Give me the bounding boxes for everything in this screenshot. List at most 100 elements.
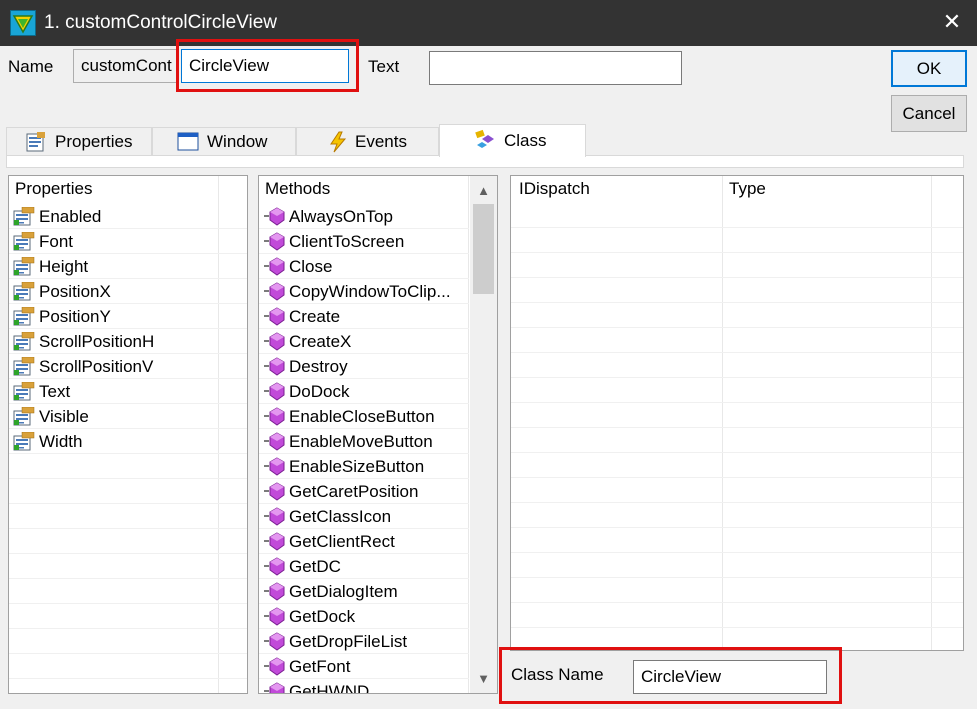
method-icon [263, 307, 285, 326]
list-item-label: PositionY [39, 307, 111, 326]
cancel-button[interactable]: Cancel [891, 95, 967, 132]
method-icon [263, 282, 285, 301]
list-item[interactable]: Close [259, 254, 469, 279]
close-icon[interactable]: ✕ [938, 8, 966, 36]
list-item[interactable]: Create [259, 304, 469, 329]
list-item[interactable]: GetClientRect [259, 529, 469, 554]
class-name-label: Class Name [511, 665, 604, 684]
list-item[interactable]: PositionX [9, 279, 247, 304]
method-icon [263, 507, 285, 526]
empty-row [9, 554, 247, 579]
ok-button[interactable]: OK [891, 50, 967, 87]
property-icon [13, 381, 35, 401]
method-icon [263, 582, 285, 601]
empty-row [9, 454, 247, 479]
table-row [511, 453, 963, 478]
list-item[interactable]: ScrollPositionV [9, 354, 247, 379]
scroll-thumb[interactable] [473, 204, 494, 294]
table-row [511, 553, 963, 578]
lightning-icon [327, 131, 349, 153]
property-icon [13, 306, 35, 326]
method-icon [263, 332, 285, 351]
tab-label: Events [355, 132, 407, 151]
method-icon [263, 482, 285, 501]
list-item[interactable]: Font [9, 229, 247, 254]
list-item-label: EnableCloseButton [289, 407, 435, 426]
table-row [511, 403, 963, 428]
list-item[interactable]: AlwaysOnTop [259, 204, 469, 229]
list-item-label: CopyWindowToClip... [289, 282, 451, 301]
methods-header: Methods [265, 179, 331, 198]
property-icon [13, 356, 35, 376]
tab-class[interactable]: Class [439, 124, 586, 157]
tab-events[interactable]: Events [296, 127, 439, 156]
list-item[interactable]: DoDock [259, 379, 469, 404]
name-field[interactable]: CircleView [181, 49, 349, 83]
list-item[interactable]: EnableMoveButton [259, 429, 469, 454]
empty-row [9, 529, 247, 554]
method-icon [263, 232, 285, 251]
tab-properties[interactable]: Properties [6, 127, 152, 156]
list-item-label: EnableMoveButton [289, 432, 433, 451]
method-icon [263, 657, 285, 676]
list-item[interactable]: GetHWND [259, 679, 469, 694]
list-item[interactable]: Text [9, 379, 247, 404]
window-title: 1. customControlCircleView [44, 12, 278, 33]
empty-row [9, 479, 247, 504]
class-name-field[interactable]: CircleView [633, 660, 827, 694]
list-item-label: GetHWND [289, 682, 370, 694]
list-item-label: ClientToScreen [289, 232, 405, 251]
list-item[interactable]: ScrollPositionH [9, 329, 247, 354]
scroll-down-icon[interactable]: ▼ [470, 666, 497, 691]
list-item-label: ScrollPositionV [39, 357, 154, 376]
properties-list[interactable]: Properties Enabled Font Height PositionX Pos… [8, 175, 248, 694]
table-row [511, 303, 963, 328]
tab-label: Properties [55, 132, 133, 151]
method-icon [263, 557, 285, 576]
table-row [511, 428, 963, 453]
property-icon [13, 406, 35, 426]
list-item-label: GetDock [289, 607, 356, 626]
text-field[interactable] [429, 51, 682, 85]
scroll-up-icon[interactable]: ▲ [470, 178, 497, 203]
list-item[interactable]: EnableCloseButton [259, 404, 469, 429]
list-item[interactable]: ClientToScreen [259, 229, 469, 254]
list-item-label: Height [39, 257, 89, 276]
method-icon [263, 357, 285, 376]
empty-row [9, 629, 247, 654]
property-icon [13, 331, 35, 351]
properties-header: Properties [15, 179, 93, 198]
list-item-label: Create [289, 307, 341, 326]
methods-list[interactable]: Methods AlwaysOnTop ClientToScreen Close Co… [258, 175, 498, 694]
list-item[interactable]: GetClassIcon [259, 504, 469, 529]
interface-table[interactable]: IDispatch Type [510, 175, 964, 651]
list-item[interactable]: CreateX [259, 329, 469, 354]
list-item[interactable]: Destroy [259, 354, 469, 379]
list-item[interactable]: GetDC [259, 554, 469, 579]
tab-window[interactable]: Window [152, 127, 296, 156]
list-item[interactable]: Visible [9, 404, 247, 429]
list-item[interactable]: GetFont [259, 654, 469, 679]
list-item[interactable]: PositionY [9, 304, 247, 329]
empty-row [9, 504, 247, 529]
list-item[interactable]: CopyWindowToClip... [259, 279, 469, 304]
list-item[interactable]: Height [9, 254, 247, 279]
list-item[interactable]: Width [9, 429, 247, 454]
name-prefix-field: customCont [73, 49, 179, 83]
property-icon [13, 256, 35, 276]
list-item[interactable]: GetDropFileList [259, 629, 469, 654]
list-item-label: Close [289, 257, 333, 276]
list-item-label: Visible [39, 407, 89, 426]
properties-icon [25, 131, 47, 153]
list-item-label: GetDC [289, 557, 341, 576]
list-item-label: GetClassIcon [289, 507, 392, 526]
methods-scrollbar[interactable]: ▲ ▼ [470, 176, 497, 693]
list-item[interactable]: EnableSizeButton [259, 454, 469, 479]
list-item-label: Width [39, 432, 83, 451]
list-item[interactable]: GetCaretPosition [259, 479, 469, 504]
table-row [511, 478, 963, 503]
list-item[interactable]: GetDock [259, 604, 469, 629]
list-item-label: EnableSizeButton [289, 457, 425, 476]
list-item[interactable]: GetDialogItem [259, 579, 469, 604]
list-item[interactable]: Enabled [9, 204, 247, 229]
